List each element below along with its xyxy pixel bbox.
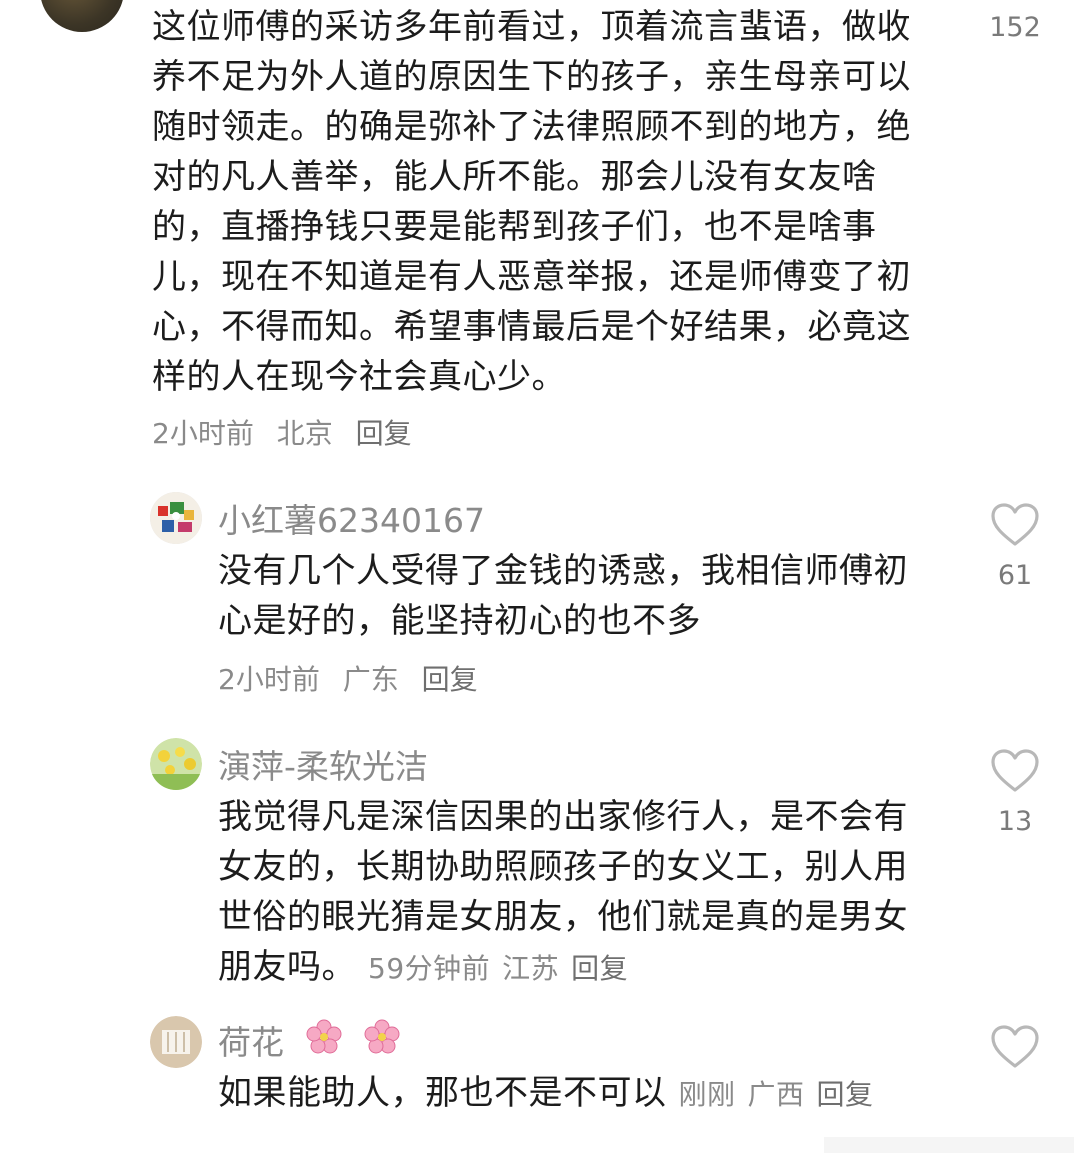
avatar[interactable] <box>150 738 202 790</box>
reply-time: 59分钟前 <box>368 952 491 985</box>
cherry-blossom-icon <box>364 1019 400 1054</box>
reply-button[interactable]: 回复 <box>817 1078 874 1111</box>
avatar-image <box>150 492 202 544</box>
reply-username[interactable]: 演萍-柔软光洁 <box>218 740 428 788</box>
reply-text-content: 如果能助人，那也不是不可以 <box>218 1073 667 1113</box>
avatar[interactable] <box>150 1016 202 1068</box>
reply-button[interactable]: 回复 <box>422 663 478 696</box>
reply-location: 广东 <box>342 663 399 696</box>
cherry-blossom-icon <box>306 1019 341 1054</box>
reply-location: 江苏 <box>502 952 560 985</box>
reply-time: 刚刚 <box>678 1078 736 1111</box>
like-count: 61 <box>997 560 1033 591</box>
heart-icon[interactable] <box>990 748 1040 794</box>
reply-text: 我觉得凡是深信因果的出家修行人，是不会有女友的，长期协助照顾孩子的女义工，别人用… <box>218 792 938 994</box>
reply-location: 广西 <box>747 1078 805 1111</box>
avatar-image <box>150 738 202 790</box>
reply-username[interactable]: 小红薯62340167 <box>218 494 485 542</box>
reply-time: 2小时前 <box>218 663 320 696</box>
like-count: 152 <box>989 12 1041 43</box>
avatar-image <box>150 1016 202 1068</box>
comment-time: 2小时前 <box>152 417 254 450</box>
comment-text: 这位师傅的采访多年前看过，顶着流言蜚语，做收养不足为外人道的原因生下的孩子，亲生… <box>152 7 911 397</box>
reply-button[interactable]: 回复 <box>571 952 628 985</box>
reply-meta: 2小时前 广东 回复 <box>218 658 492 698</box>
heart-icon[interactable] <box>990 502 1040 548</box>
reply-username-text: 荷花 <box>218 1023 284 1062</box>
reply-username[interactable]: 荷花 <box>218 1016 401 1064</box>
reply-text: 没有几个人受得了金钱的诱惑，我相信师傅初心是好的，能坚持初心的也不多 <box>218 551 908 641</box>
reply-meta: 刚刚 广西 回复 <box>679 1078 886 1111</box>
comment-meta: 2小时前 北京 回复 <box>152 412 426 452</box>
like-count: 13 <box>997 806 1033 837</box>
avatar[interactable] <box>40 0 124 32</box>
reply-button[interactable]: 回复 <box>356 417 412 450</box>
reply-text: 如果能助人，那也不是不可以 刚刚 广西 回复 <box>218 1068 958 1120</box>
comment-location: 北京 <box>276 417 333 450</box>
avatar[interactable] <box>150 492 202 544</box>
heart-icon[interactable] <box>990 1024 1040 1070</box>
watermark <box>824 1137 1074 1153</box>
reply-meta: 59分钟前 江苏 回复 <box>368 952 640 985</box>
